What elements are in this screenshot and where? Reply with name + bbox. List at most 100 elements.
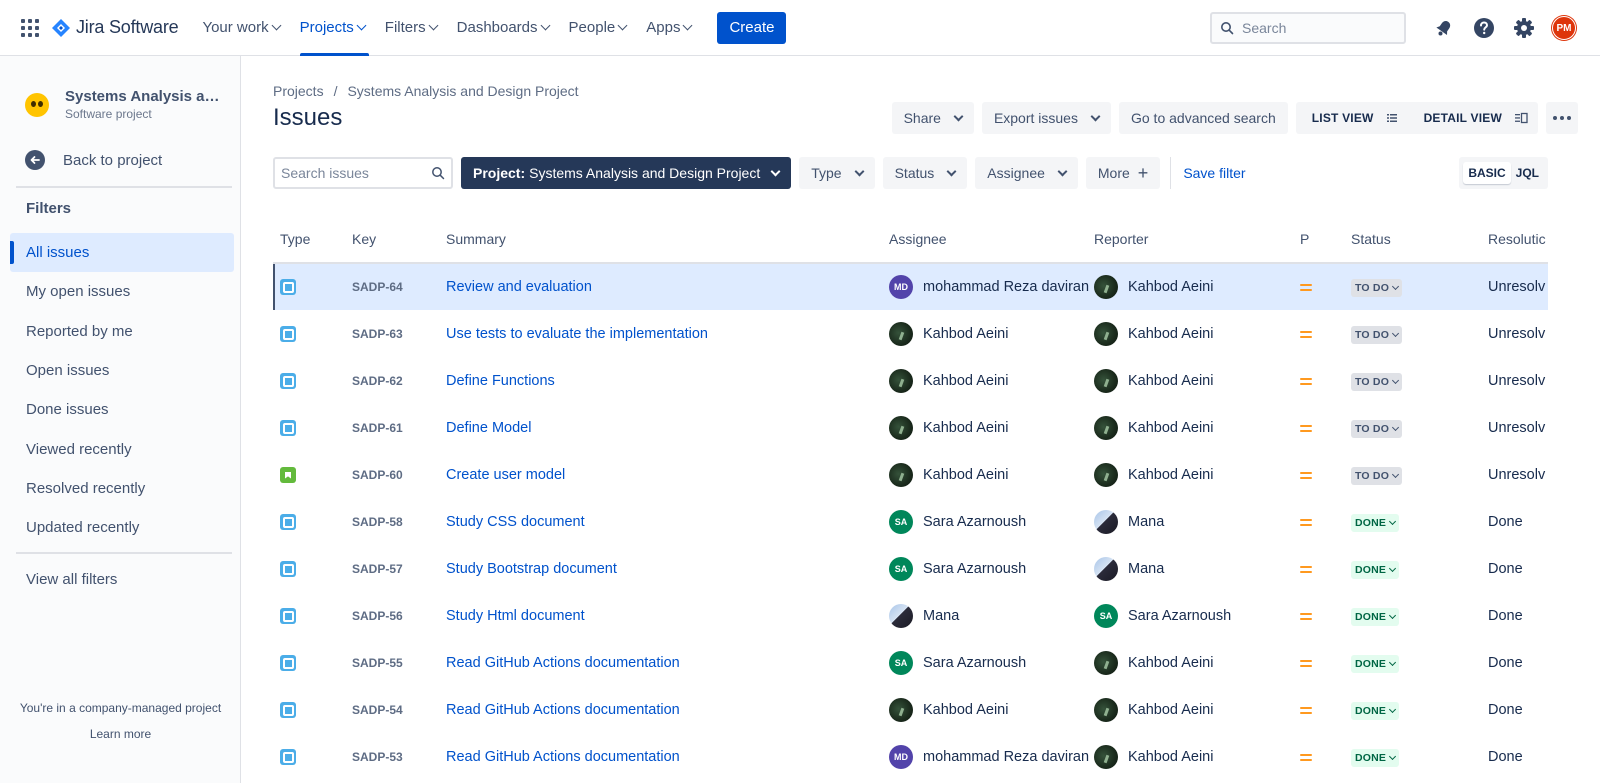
issue-key[interactable]: SADP-55 — [352, 656, 403, 670]
issue-key[interactable]: SADP-56 — [352, 609, 403, 623]
issue-key[interactable]: SADP-57 — [352, 562, 403, 576]
more-actions-icon[interactable] — [1546, 102, 1578, 134]
issue-summary[interactable]: Study CSS document — [446, 514, 585, 530]
column-header-summary[interactable]: Summary — [446, 231, 506, 247]
issue-reporter[interactable]: Kahbod Aeini — [1094, 745, 1213, 769]
sidebar-item-done-issues[interactable]: Done issues — [10, 390, 234, 429]
save-filter-link[interactable]: Save filter — [1183, 165, 1245, 181]
table-row[interactable]: SADP-63 Use tests to evaluate the impleme… — [273, 311, 1548, 358]
issue-key[interactable]: SADP-62 — [352, 374, 403, 388]
column-header-reporter[interactable]: Reporter — [1094, 231, 1148, 247]
table-row[interactable]: SADP-53 Read GitHub Actions documentation… — [273, 734, 1548, 781]
issue-assignee[interactable]: SA Sara Azarnoush — [889, 651, 1026, 675]
issue-summary[interactable]: Create user model — [446, 467, 565, 483]
issue-key[interactable]: SADP-53 — [352, 750, 403, 764]
issue-assignee[interactable]: Kahbod Aeini — [889, 416, 1008, 440]
jql-mode-button[interactable]: JQL — [1511, 166, 1544, 180]
issue-assignee[interactable]: SA Sara Azarnoush — [889, 510, 1026, 534]
column-header-assignee[interactable]: Assignee — [889, 231, 947, 247]
issue-summary[interactable]: Read GitHub Actions documentation — [446, 702, 680, 718]
basic-mode-button[interactable]: BASIC — [1463, 162, 1511, 184]
issue-assignee[interactable]: MD mohammad Reza daviran — [889, 275, 1089, 299]
learn-more-link[interactable]: Learn more — [0, 727, 241, 741]
issue-reporter[interactable]: Kahbod Aeini — [1094, 322, 1213, 346]
nav-projects[interactable]: Projects — [292, 0, 373, 56]
issue-key[interactable]: SADP-54 — [352, 703, 403, 717]
issue-reporter[interactable]: Kahbod Aeini — [1094, 651, 1213, 675]
profile-menu[interactable]: PM — [1548, 12, 1580, 44]
issue-reporter[interactable]: Kahbod Aeini — [1094, 463, 1213, 487]
notifications-icon[interactable] — [1428, 12, 1460, 44]
issue-reporter[interactable]: Kahbod Aeini — [1094, 698, 1213, 722]
nav-dashboards[interactable]: Dashboards — [449, 0, 557, 56]
column-header-type[interactable]: Type — [280, 231, 310, 247]
project-header[interactable]: Systems Analysis and... Software project — [25, 88, 225, 122]
issue-summary[interactable]: Use tests to evaluate the implementation — [446, 326, 708, 342]
column-header-priority[interactable]: P — [1300, 231, 1309, 247]
detail-view-button[interactable]: DETAIL VIEW — [1412, 111, 1534, 125]
column-header-resolution[interactable]: Resolutic — [1488, 231, 1546, 247]
table-row[interactable]: SADP-62 Define Functions Kahbod Aeini Kahbo… — [273, 358, 1548, 405]
issue-reporter[interactable]: SA Sara Azarnoush — [1094, 604, 1231, 628]
issue-reporter[interactable]: Mana — [1094, 510, 1164, 534]
status-lozenge[interactable]: TO DO — [1351, 466, 1403, 485]
status-filter[interactable]: Status — [882, 157, 968, 189]
status-lozenge[interactable]: DONE — [1351, 607, 1400, 626]
status-lozenge[interactable]: DONE — [1351, 701, 1400, 720]
issue-summary[interactable]: Define Model — [446, 420, 531, 436]
status-lozenge[interactable]: TO DO — [1351, 372, 1403, 391]
issue-reporter[interactable]: Kahbod Aeini — [1094, 416, 1213, 440]
global-search[interactable] — [1210, 12, 1406, 44]
table-row[interactable]: SADP-56 Study Html document Mana SA Sara Aza… — [273, 593, 1548, 640]
sidebar-item-updated-recently[interactable]: Updated recently — [10, 508, 234, 547]
sidebar-item-resolved-recently[interactable]: Resolved recently — [10, 469, 234, 508]
issue-assignee[interactable]: Mana — [889, 604, 959, 628]
sidebar-item-all-issues[interactable]: All issues — [10, 233, 234, 273]
project-filter[interactable]: Project: Systems Analysis and Design Pro… — [461, 157, 792, 189]
issue-assignee[interactable]: SA Sara Azarnoush — [889, 557, 1026, 581]
status-lozenge[interactable]: TO DO — [1351, 278, 1403, 297]
view-all-filters-link[interactable]: View all filters — [26, 571, 117, 588]
sidebar-item-open-issues[interactable]: Open issues — [10, 351, 234, 390]
breadcrumb-project[interactable]: Systems Analysis and Design Project — [347, 83, 578, 99]
advanced-search-button[interactable]: Go to advanced search — [1118, 102, 1288, 134]
issue-search-input[interactable] — [281, 165, 421, 181]
nav-apps[interactable]: Apps — [638, 0, 699, 56]
nav-filters[interactable]: Filters — [377, 0, 445, 56]
issue-reporter[interactable]: Kahbod Aeini — [1094, 275, 1213, 299]
issue-summary[interactable]: Review and evaluation — [446, 279, 592, 295]
status-lozenge[interactable]: DONE — [1351, 654, 1400, 673]
sidebar-item-reported-by-me[interactable]: Reported by me — [10, 312, 234, 351]
create-button[interactable]: Create — [717, 11, 787, 44]
issue-key[interactable]: SADP-64 — [352, 280, 403, 294]
issue-reporter[interactable]: Kahbod Aeini — [1094, 369, 1213, 393]
issue-summary[interactable]: Define Functions — [446, 373, 555, 389]
issue-summary[interactable]: Read GitHub Actions documentation — [446, 749, 680, 765]
back-to-project-link[interactable]: Back to project — [25, 150, 162, 170]
status-lozenge[interactable]: DONE — [1351, 560, 1400, 579]
status-lozenge[interactable]: DONE — [1351, 748, 1400, 767]
assignee-filter[interactable]: Assignee — [975, 157, 1078, 189]
issue-summary[interactable]: Study Html document — [446, 608, 585, 624]
table-row[interactable]: SADP-55 Read GitHub Actions documentation… — [273, 640, 1548, 687]
issue-assignee[interactable]: Kahbod Aeini — [889, 463, 1008, 487]
table-row[interactable]: SADP-54 Read GitHub Actions documentation… — [273, 687, 1548, 734]
issue-key[interactable]: SADP-63 — [352, 327, 403, 341]
sidebar-item-my-open-issues[interactable]: My open issues — [10, 272, 234, 311]
type-filter[interactable]: Type — [799, 157, 875, 189]
issue-search[interactable] — [273, 157, 453, 189]
status-lozenge[interactable]: DONE — [1351, 513, 1400, 532]
table-row[interactable]: SADP-60 Create user model Kahbod Aeini Kahb… — [273, 452, 1548, 499]
table-row[interactable]: SADP-58 Study CSS document SA Sara Azarnous… — [273, 499, 1548, 546]
issue-assignee[interactable]: Kahbod Aeini — [889, 322, 1008, 346]
nav-your-work[interactable]: Your work — [194, 0, 287, 56]
issue-key[interactable]: SADP-61 — [352, 421, 403, 435]
help-icon[interactable] — [1468, 12, 1500, 44]
share-button[interactable]: Share — [891, 102, 974, 134]
more-filters-button[interactable]: More + — [1085, 157, 1161, 189]
settings-icon[interactable] — [1508, 12, 1540, 44]
table-row[interactable]: SADP-57 Study Bootstrap document SA Sara Az… — [273, 546, 1548, 593]
issue-assignee[interactable]: MD mohammad Reza daviran — [889, 745, 1089, 769]
table-row[interactable]: SADP-61 Define Model Kahbod Aeini Kahbod Ae… — [273, 405, 1548, 452]
breadcrumb-projects[interactable]: Projects — [273, 83, 324, 99]
